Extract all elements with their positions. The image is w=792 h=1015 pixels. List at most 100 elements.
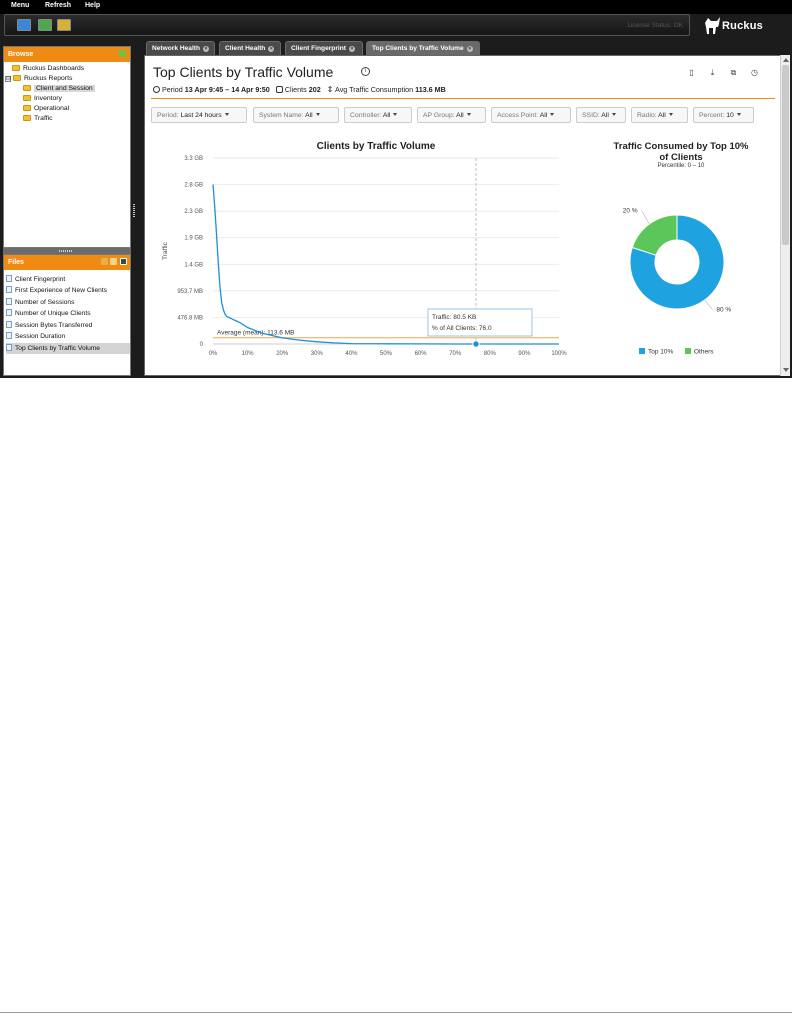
vertical-scrollbar[interactable] xyxy=(780,55,790,376)
schedule-icon[interactable]: ◷ xyxy=(750,68,759,77)
hover-point xyxy=(472,340,480,348)
filter-bar: Period: Last 24 hours System Name: All C… xyxy=(151,107,781,123)
chevron-down-icon xyxy=(611,113,616,116)
pie-title-line2: of Clients xyxy=(659,152,702,163)
scroll-up-icon[interactable] xyxy=(783,58,789,62)
tree-item-ruckus-dashboards[interactable]: Ruckus Dashboards xyxy=(12,64,84,74)
filter-ssid[interactable]: SSID: All xyxy=(576,107,626,123)
menu-bar: Menu Refresh Help xyxy=(0,0,792,14)
tree-item-ruckus-reports[interactable]: ⊟ Ruckus Reports xyxy=(5,74,72,84)
close-icon[interactable]: × xyxy=(466,46,473,52)
menu-item-menu[interactable]: Menu xyxy=(11,2,29,9)
toolbar: License Status: OK xyxy=(4,14,690,36)
pie-label-leader xyxy=(641,210,650,225)
document-icon xyxy=(6,298,12,305)
document-icon[interactable]: ▯ xyxy=(687,68,696,77)
file-item[interactable]: Number of Sessions xyxy=(6,297,74,308)
filter-period[interactable]: Period: Last 24 hours xyxy=(151,107,247,123)
download-icon[interactable]: ⤓ xyxy=(708,68,717,77)
tab-top-clients[interactable]: Top Clients by Traffic Volume × xyxy=(366,41,480,55)
chevron-down-icon xyxy=(393,113,398,116)
document-icon xyxy=(6,344,12,351)
filter-radio[interactable]: Radio: All xyxy=(631,107,688,123)
y-tick-label: 2.8 GB xyxy=(184,183,203,189)
pie-slice-label: 80 % xyxy=(716,306,731,313)
spreadsheet-icon[interactable] xyxy=(57,19,71,31)
scroll-down-icon[interactable] xyxy=(783,368,789,372)
x-tick-label: 20% xyxy=(276,351,289,357)
monitor-icon[interactable] xyxy=(17,19,31,31)
tree-item-operational[interactable]: Operational xyxy=(23,104,69,114)
y-tick-label: 1.9 GB xyxy=(184,236,203,242)
refresh-icon[interactable] xyxy=(119,50,126,57)
tree-item-client-and-session[interactable]: Client and Session xyxy=(23,84,95,94)
x-tick-label: 30% xyxy=(311,351,324,357)
menu-item-help[interactable]: Help xyxy=(85,2,100,9)
tooltip-traffic: Traffic: 80.5 KB xyxy=(432,314,476,321)
report-icon[interactable] xyxy=(38,19,52,31)
browse-title: Browse xyxy=(8,51,34,58)
file-item[interactable]: Number of Unique Clients xyxy=(6,308,91,319)
tab-client-health[interactable]: Client Health × xyxy=(219,41,281,55)
header-divider xyxy=(151,98,775,99)
clients-traffic-line-chart: Clients by Traffic Volume 0 476.8 MB 953.7 … xyxy=(162,141,567,357)
tab-network-health[interactable]: Network Health × xyxy=(146,41,215,55)
x-tick-label: 60% xyxy=(415,351,428,357)
document-icon xyxy=(6,309,12,316)
y-tick-label: 1.4 GB xyxy=(184,262,203,268)
ruckus-logo: Ruckus xyxy=(700,14,788,38)
y-axis-label: Traffic xyxy=(162,241,169,259)
y-tick-label: 2.3 GB xyxy=(184,209,203,215)
info-icon[interactable]: i xyxy=(361,67,370,76)
filter-system-name[interactable]: System Name: All xyxy=(253,107,339,123)
share-icon[interactable]: ⧉ xyxy=(729,68,738,77)
panel-splitter-vertical[interactable] xyxy=(131,46,137,376)
edit-icon[interactable] xyxy=(101,258,108,265)
copy-icon[interactable] xyxy=(110,258,117,265)
menu-item-refresh[interactable]: Refresh xyxy=(45,2,71,9)
file-item[interactable]: Session Bytes Transferred xyxy=(6,320,92,331)
close-icon[interactable]: × xyxy=(348,46,355,52)
list-view-icon[interactable] xyxy=(120,258,127,265)
close-icon[interactable]: × xyxy=(203,46,209,52)
chart-title: Clients by Traffic Volume xyxy=(317,141,436,152)
filter-percent[interactable]: Percent: 10 xyxy=(693,107,754,123)
top-clients-donut-chart: Traffic Consumed by Top 10%of ClientsPer… xyxy=(614,141,750,356)
chevron-down-icon xyxy=(224,113,229,116)
x-tick-label: 50% xyxy=(380,351,393,357)
page-footer-rule xyxy=(0,1012,792,1013)
files-header: Files xyxy=(4,255,130,270)
legend-label: Top 10% xyxy=(648,349,674,356)
x-tick-label: 100% xyxy=(551,351,567,357)
y-tick-label: 476.8 MB xyxy=(177,315,203,321)
tree-item-traffic[interactable]: Traffic xyxy=(23,114,53,124)
folder-icon xyxy=(13,75,21,81)
page-title: Top Clients by Traffic Volume xyxy=(153,64,334,80)
folder-icon xyxy=(23,105,31,111)
document-icon xyxy=(6,321,12,328)
chevron-down-icon xyxy=(466,113,471,116)
chevron-down-icon xyxy=(315,113,320,116)
folder-icon xyxy=(23,85,31,91)
file-item[interactable]: First Experience of New Clients xyxy=(6,285,107,296)
close-icon[interactable]: × xyxy=(268,46,275,52)
ruckus-dog-icon xyxy=(705,17,720,34)
clock-icon xyxy=(153,86,160,93)
filter-access-point[interactable]: Access Point: All xyxy=(491,107,571,123)
filter-controller[interactable]: Controller: All xyxy=(344,107,412,123)
files-panel: Files Client Fingerprint First Experienc… xyxy=(3,254,131,376)
file-item[interactable]: Session Duration xyxy=(6,331,65,342)
folder-icon xyxy=(12,65,20,71)
file-item[interactable]: Client Fingerprint xyxy=(6,274,65,285)
tree-item-inventory[interactable]: Inventory xyxy=(23,94,62,104)
filter-ap-group[interactable]: AP Group: All xyxy=(417,107,486,123)
tab-client-fingerprint[interactable]: Client Fingerprint × xyxy=(285,41,363,55)
legend-swatch xyxy=(685,348,691,354)
users-icon xyxy=(275,86,283,93)
x-tick-label: 40% xyxy=(345,351,358,357)
report-meta: Period 13 Apr 9:45 – 14 Apr 9:50 Clients… xyxy=(153,85,446,94)
chevron-down-icon xyxy=(668,113,673,116)
scroll-thumb[interactable] xyxy=(782,65,789,245)
collapse-icon[interactable]: ⊟ xyxy=(5,76,11,82)
file-item-selected[interactable]: Top Clients by Traffic Volume xyxy=(6,343,130,354)
